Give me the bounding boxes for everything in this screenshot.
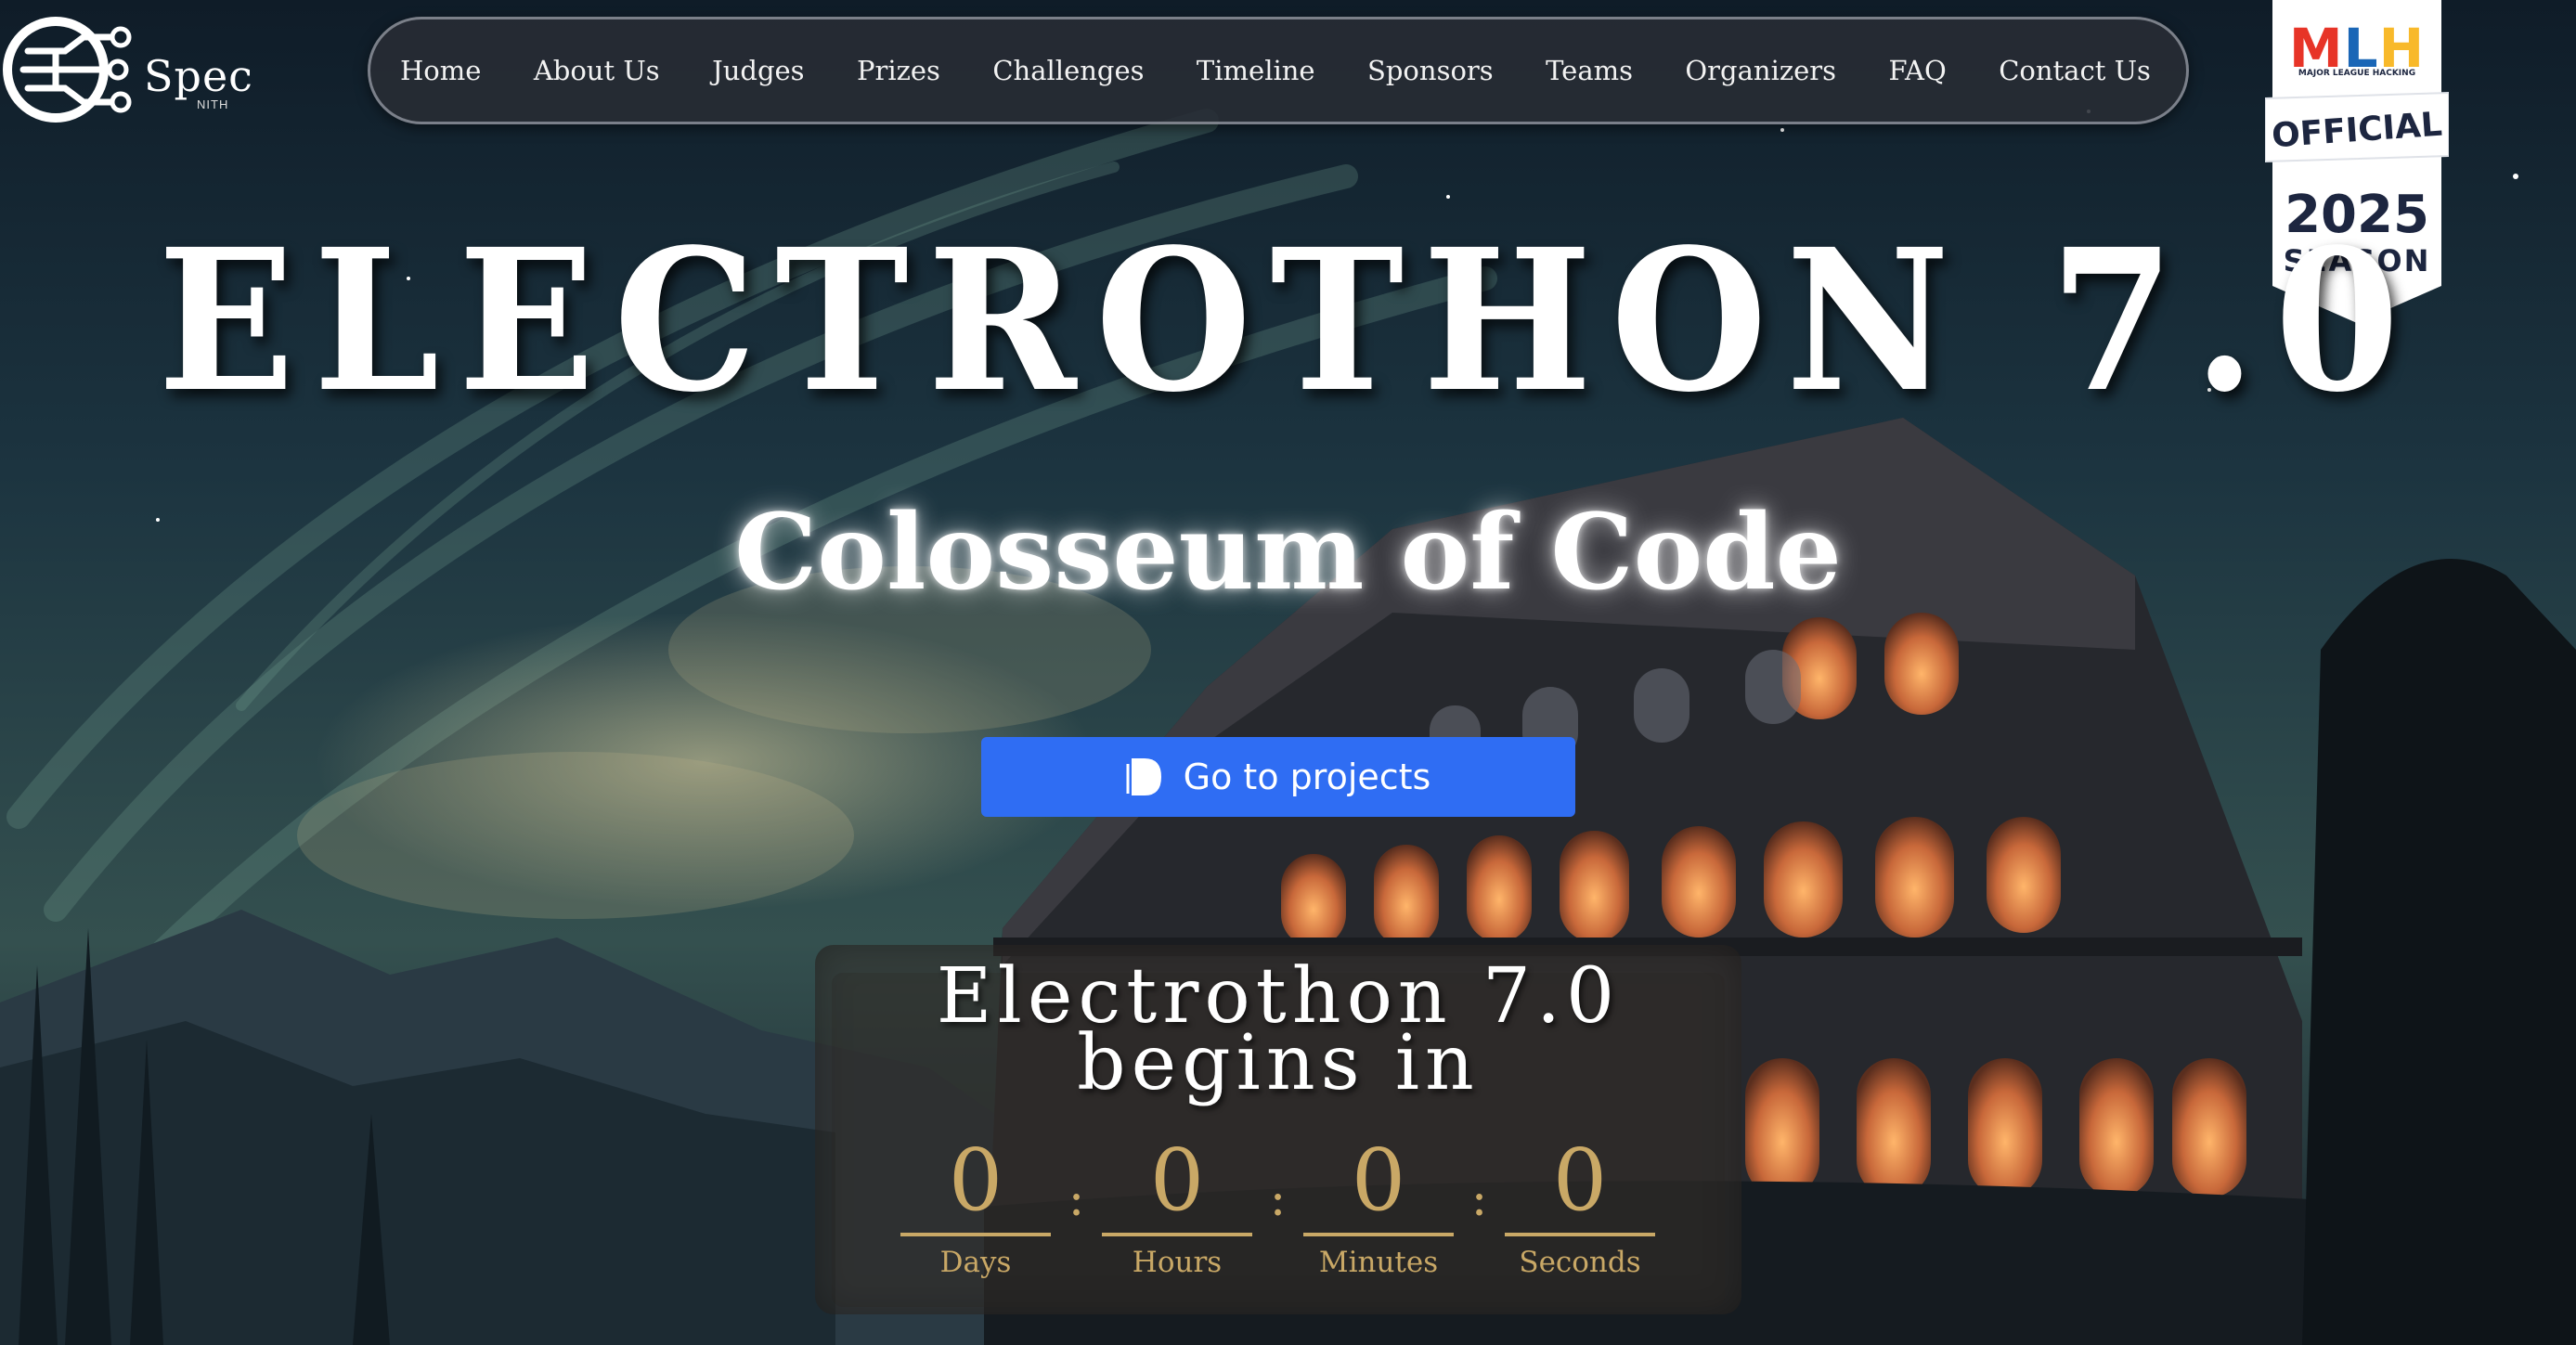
countdown-seconds-value: 0 (1552, 1131, 1608, 1230)
countdown-underline (1505, 1233, 1655, 1236)
circuit-logo-icon (3, 17, 132, 123)
countdown-minutes-label: Minutes (1318, 1246, 1439, 1279)
countdown-minutes: 0 Minutes (1303, 1129, 1454, 1296)
logo-subtext: NITH (197, 97, 229, 111)
countdown-separator: : (1470, 1171, 1488, 1227)
countdown-hours: 0 Hours (1102, 1129, 1252, 1296)
nav-sponsors[interactable]: Sponsors (1367, 55, 1494, 86)
nav-prizes[interactable]: Prizes (857, 55, 940, 86)
countdown-hours-value: 0 (1149, 1131, 1205, 1230)
main-navigation: Home About Us Judges Prizes Challenges T… (368, 17, 2189, 124)
go-to-projects-label: Go to projects (1183, 757, 1431, 797)
countdown-seconds-label: Seconds (1519, 1246, 1641, 1279)
nav-organizers[interactable]: Organizers (1685, 55, 1836, 86)
mlh-tagline: MAJOR LEAGUE HACKING (2298, 69, 2416, 78)
logo-text: Spec (144, 51, 253, 101)
countdown-underline (1102, 1233, 1252, 1236)
nav-timeline[interactable]: Timeline (1197, 55, 1315, 86)
spec-nith-logo[interactable]: Spec NITH (0, 14, 253, 125)
countdown-units: 0 Days : 0 Hours : 0 Minutes : 0 Seconds (900, 1129, 1662, 1296)
countdown-panel: Electrothon 7.0 begins in 0 Days : 0 Hou… (815, 945, 1741, 1314)
nav-faq[interactable]: FAQ (1888, 55, 1946, 86)
countdown-minutes-value: 0 (1351, 1131, 1406, 1230)
countdown-underline (1303, 1233, 1454, 1236)
countdown-underline (900, 1233, 1051, 1236)
nav-contact-us[interactable]: Contact Us (1999, 55, 2151, 86)
countdown-separator: : (1269, 1171, 1287, 1227)
countdown-days: 0 Days (900, 1129, 1051, 1296)
devpost-icon (1126, 758, 1161, 795)
nav-about-us[interactable]: About Us (534, 55, 660, 86)
page-title: ELECTROTHON 7.0 (158, 206, 2418, 435)
countdown-seconds: 0 Seconds (1505, 1129, 1655, 1296)
nav-challenges[interactable]: Challenges (992, 55, 1144, 86)
page-subtitle: Colosseum of Code (734, 492, 1842, 614)
nav-home[interactable]: Home (400, 55, 481, 86)
countdown-days-value: 0 (948, 1131, 1003, 1230)
countdown-separator: : (1068, 1171, 1085, 1227)
go-to-projects-button[interactable]: Go to projects (981, 737, 1575, 817)
nav-teams[interactable]: Teams (1546, 55, 1633, 86)
countdown-title: Electrothon 7.0 begins in (936, 952, 1621, 1107)
countdown-hours-label: Hours (1132, 1246, 1223, 1279)
countdown-days-label: Days (939, 1246, 1012, 1279)
nav-judges[interactable]: Judges (712, 55, 804, 86)
